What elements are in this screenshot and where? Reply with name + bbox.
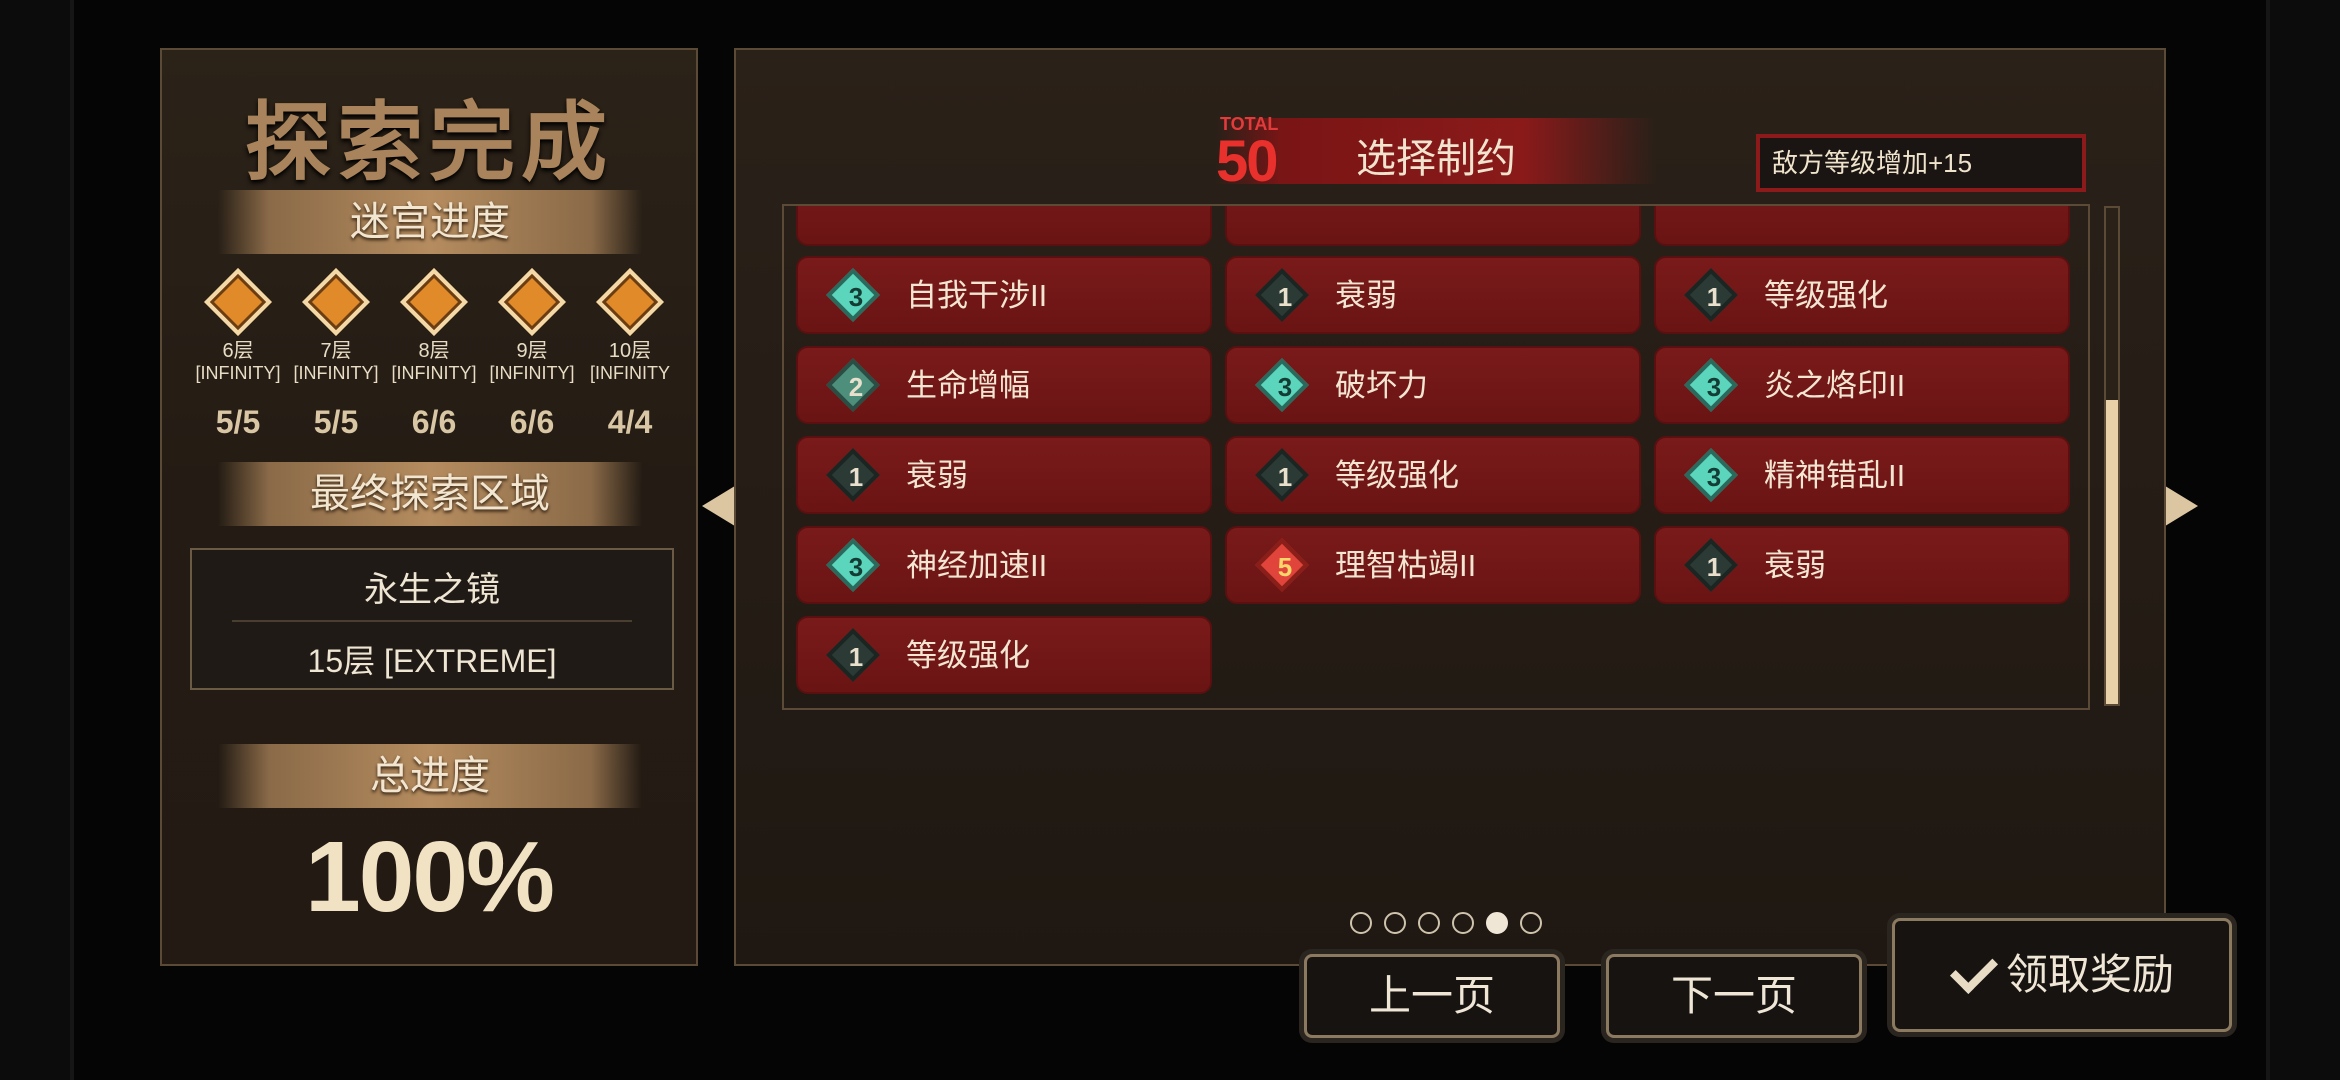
card-level: 3	[1706, 462, 1722, 492]
card-label: 自我干涉II	[906, 278, 1048, 313]
floor-tag: [INFINITY]	[195, 363, 281, 383]
card-level: 1	[848, 642, 864, 672]
claim-reward-button[interactable]: 领取奖励	[1892, 918, 2232, 1032]
panel-title: 探索完成	[245, 95, 613, 191]
page-dot[interactable]	[1418, 912, 1440, 934]
right-frame	[2266, 0, 2340, 1080]
card-label: 破坏力	[1335, 368, 1428, 403]
restriction-card[interactable]: 1 等级强化	[796, 616, 1212, 694]
restriction-card[interactable]: 2 生命增幅	[796, 346, 1212, 424]
left-frame	[0, 0, 74, 1080]
final-area-box: 永生之镜 15层 [EXTREME]	[190, 548, 674, 690]
restriction-card[interactable]: 1 衰弱	[1654, 526, 2070, 604]
floor-gem-icon	[498, 268, 566, 336]
restriction-panel: TOTAL 50 选择制约 敌方等级增加+15 3 自我干涉II 1 衰弱 1 …	[734, 48, 2166, 966]
card-level: 1	[848, 462, 864, 492]
restriction-card-partial[interactable]	[796, 206, 1212, 246]
floor-item: 8层 [INFINITY] 6/6	[384, 268, 484, 441]
floor-tag: [INFINITY]	[489, 363, 575, 383]
total-value: 50	[1216, 129, 1278, 194]
floor-tag: [INFINITY]	[293, 363, 379, 383]
page-dot[interactable]	[1350, 912, 1372, 934]
card-level: 5	[1277, 552, 1293, 582]
card-level: 3	[1706, 372, 1722, 402]
floor-item: 10层 [INFINITY 4/4	[580, 268, 680, 441]
card-level: 1	[1706, 552, 1722, 582]
floor-tag: [INFINITY	[590, 363, 670, 383]
card-level: 3	[848, 282, 864, 312]
floor-score: 6/6	[411, 404, 457, 440]
floor-name: 8层	[418, 340, 450, 362]
prev-page-button[interactable]: 上一页	[1304, 954, 1560, 1038]
card-label: 精神错乱II	[1764, 458, 1906, 493]
restriction-card[interactable]: 3 自我干涉II	[796, 256, 1212, 334]
total-progress-banner: 总进度	[218, 744, 642, 808]
floor-item: 7层 [INFINITY] 5/5	[286, 268, 386, 441]
card-label: 衰弱	[906, 458, 968, 493]
floor-gem-icon	[204, 268, 272, 336]
final-area-name: 永生之镜	[364, 571, 500, 609]
card-label: 神经加速II	[906, 548, 1048, 583]
exploration-summary-panel: 探索完成 迷宫进度 6层 [INFINITY] 5/5 7层 [INFINITY…	[160, 48, 698, 966]
floor-item: 9层 [INFINITY] 6/6	[482, 268, 582, 441]
floor-tag: [INFINITY]	[391, 363, 477, 383]
active-restriction: 敌方等级增加+15	[1756, 134, 2086, 192]
card-level: 1	[1277, 462, 1293, 492]
final-area-banner: 最终探索区域	[218, 462, 642, 526]
next-page-label: 下一页	[1670, 972, 1797, 1019]
page-dot[interactable]	[1520, 912, 1542, 934]
restriction-card[interactable]: 3 破坏力	[1225, 346, 1641, 424]
card-level: 1	[1277, 282, 1293, 312]
page-dot-active[interactable]	[1486, 912, 1508, 934]
restriction-card[interactable]: 3 炎之烙印II	[1654, 346, 2070, 424]
scrollbar-thumb[interactable]	[2106, 400, 2118, 704]
floor-gem-icon	[596, 268, 664, 336]
prev-page-label: 上一页	[1368, 972, 1495, 1019]
restriction-card[interactable]: 1 等级强化	[1225, 436, 1641, 514]
restriction-grid: 3 自我干涉II 1 衰弱 1 等级强化 2 生命增幅 3 破坏力 3 炎之烙印…	[782, 204, 2090, 710]
card-level: 3	[1277, 372, 1293, 402]
floor-name: 9层	[516, 340, 548, 362]
final-area-floor: 15层 [EXTREME]	[307, 643, 557, 679]
divider	[232, 620, 632, 622]
restriction-card[interactable]: 1 等级强化	[1654, 256, 2070, 334]
restriction-card-partial[interactable]	[1654, 206, 2070, 246]
card-label: 衰弱	[1764, 548, 1826, 583]
restriction-card-partial[interactable]	[1225, 206, 1641, 246]
floor-gem-icon	[400, 268, 468, 336]
floor-name: 6层	[222, 340, 254, 362]
card-level: 3	[848, 552, 864, 582]
restriction-title: 选择制约	[1356, 137, 1516, 181]
card-level: 1	[1706, 282, 1722, 312]
page-dot[interactable]	[1452, 912, 1474, 934]
page-dot[interactable]	[1384, 912, 1406, 934]
floor-item: 6层 [INFINITY] 5/5	[188, 268, 288, 441]
floor-name: 7层	[320, 340, 352, 362]
card-label: 衰弱	[1335, 278, 1397, 313]
floor-score: 5/5	[313, 404, 359, 440]
floor-score: 5/5	[215, 404, 261, 440]
maze-progress-banner: 迷宫进度	[218, 190, 642, 254]
restriction-card[interactable]: 5 理智枯竭II	[1225, 526, 1641, 604]
total-progress-value: 100%	[305, 821, 555, 933]
floor-score: 6/6	[509, 404, 555, 440]
floor-score: 4/4	[607, 404, 653, 440]
restriction-card[interactable]: 1 衰弱	[796, 436, 1212, 514]
next-page-button[interactable]: 下一页	[1606, 954, 1862, 1038]
floor-gem-icon	[302, 268, 370, 336]
card-level: 2	[848, 372, 864, 402]
card-label: 理智枯竭II	[1335, 548, 1477, 583]
card-label: 等级强化	[906, 638, 1030, 673]
restriction-card[interactable]: 3 精神错乱II	[1654, 436, 2070, 514]
restriction-card[interactable]: 3 神经加速II	[796, 526, 1212, 604]
floor-name: 10层	[608, 340, 652, 362]
card-label: 等级强化	[1335, 458, 1459, 493]
floor-progress-list: 6层 [INFINITY] 5/5 7层 [INFINITY] 5/5 8层 […	[192, 268, 672, 488]
card-label: 等级强化	[1764, 278, 1888, 313]
restriction-card[interactable]: 1 衰弱	[1225, 256, 1641, 334]
card-label: 生命增幅	[906, 368, 1030, 403]
card-label: 炎之烙印II	[1764, 368, 1906, 403]
